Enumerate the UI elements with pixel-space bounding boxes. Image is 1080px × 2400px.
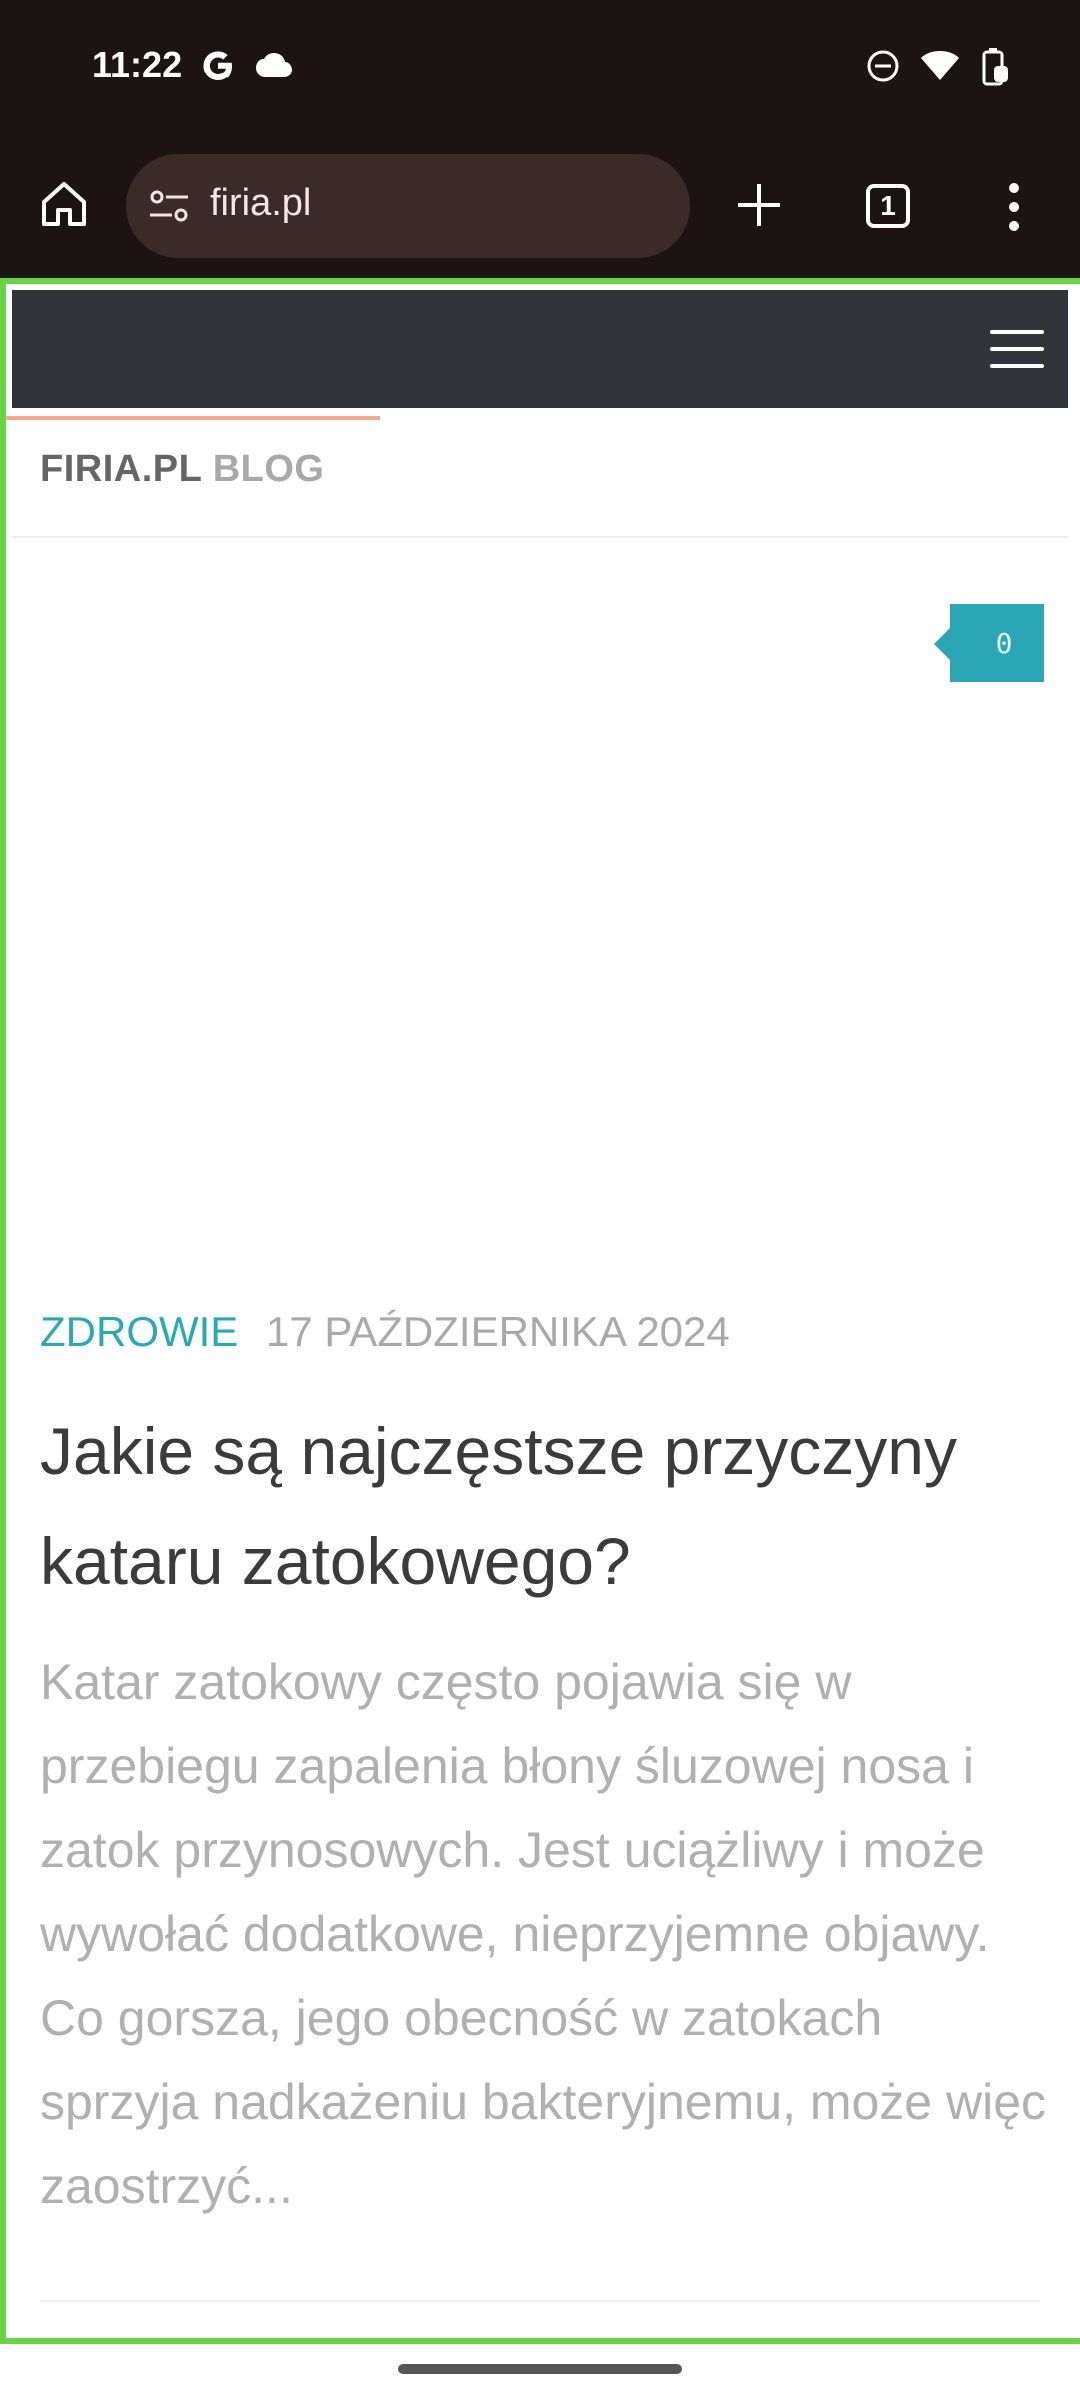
status-bar: 11:22 <box>0 0 1080 140</box>
hamburger-menu-icon[interactable] <box>990 330 1044 368</box>
site-settings-icon[interactable] <box>148 188 190 224</box>
wifi-icon <box>921 51 959 80</box>
new-tab-icon[interactable] <box>734 180 784 230</box>
divider <box>40 2300 1040 2302</box>
address-bar[interactable]: firia.pl <box>126 154 690 258</box>
cloud-icon <box>256 53 292 77</box>
post-date: 17 PAŹDZIERNIKA 2024 <box>265 1308 730 1355</box>
comment-count-badge[interactable]: 0 <box>934 604 1044 682</box>
battery-icon <box>982 48 1008 86</box>
comment-count: 0 <box>995 626 1013 660</box>
browser-toolbar: firia.pl 1 <box>0 140 1080 420</box>
dnd-icon <box>867 50 899 82</box>
status-time: 11:22 <box>92 44 183 85</box>
status-icons <box>866 46 1010 86</box>
post-meta: ZDROWIE 17 PAŹDZIERNIKA 2024 <box>40 1308 730 1356</box>
url-text[interactable]: firia.pl <box>210 182 311 225</box>
divider <box>12 536 1068 538</box>
site-header <box>12 290 1068 408</box>
tab-switcher-button[interactable]: 1 <box>866 184 910 228</box>
brand-sub[interactable]: BLOG <box>213 448 325 490</box>
home-icon[interactable] <box>36 176 92 232</box>
site-brand[interactable]: FIRIA.PL BLOG <box>40 448 324 491</box>
gesture-bar[interactable] <box>398 2364 682 2374</box>
post-excerpt: Katar zatokowy często pojawia się w prze… <box>40 1654 1047 2214</box>
google-icon <box>203 51 232 80</box>
more-options-icon[interactable] <box>1008 182 1020 232</box>
post-category[interactable]: ZDROWIE <box>40 1308 238 1355</box>
brand-main[interactable]: FIRIA.PL <box>40 448 202 490</box>
post-title[interactable]: Jakie są najczęstsze przyczyny kataru za… <box>40 1396 1040 1616</box>
